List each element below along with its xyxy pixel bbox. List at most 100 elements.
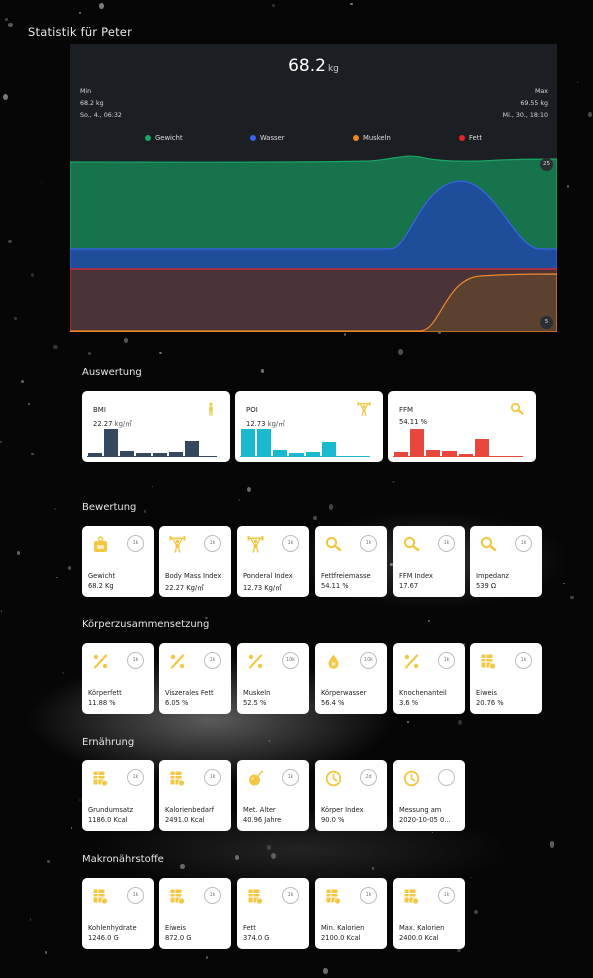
history-range-badge[interactable]: 1k bbox=[204, 887, 221, 904]
rain-drop bbox=[62, 672, 65, 675]
rain-drop bbox=[7, 239, 12, 243]
table-icon bbox=[170, 771, 185, 787]
history-range-badge[interactable]: 1k bbox=[204, 535, 221, 552]
eval-label: FFM bbox=[399, 406, 414, 414]
legend-item-wasser[interactable]: Wasser bbox=[250, 134, 285, 142]
legend-item-fett[interactable]: Fett bbox=[459, 134, 482, 142]
tile-ponderal-index[interactable]: 1k Ponderal Index 12.73 Kg/㎥ bbox=[237, 526, 309, 597]
history-range-badge[interactable]: 10k bbox=[360, 652, 377, 669]
history-range-badge[interactable]: 1k bbox=[438, 652, 455, 669]
tile-met-alter[interactable]: 1k Met. Alter 40.96 Jahre bbox=[237, 760, 309, 831]
histogram-bar bbox=[241, 429, 256, 457]
min-date: So., 4., 06:32 bbox=[80, 112, 122, 119]
legend-item-muskeln[interactable]: Muskeln bbox=[353, 134, 391, 142]
history-range-badge[interactable]: 1k bbox=[282, 535, 299, 552]
tile-eiweis[interactable]: 1k Eiweis 20.76 % bbox=[470, 643, 542, 714]
history-chart[interactable]: 68.2 kg Min 68.2 kg So., 4., 06:32 Max 69… bbox=[70, 44, 557, 332]
legend-label: Wasser bbox=[260, 134, 285, 142]
rain-drop bbox=[46, 859, 50, 864]
rain-drop bbox=[587, 112, 592, 117]
tile-value: 90.0 % bbox=[321, 816, 345, 824]
tile-fettfreiemasse[interactable]: 1k Fettfreiemasse 54.11 % bbox=[315, 526, 387, 597]
tile-label: Ponderal Index bbox=[243, 572, 293, 580]
tile-value: 539 Ω bbox=[476, 582, 497, 590]
tile-label: Körperwasser bbox=[321, 689, 367, 697]
history-range-badge[interactable]: 1k bbox=[515, 652, 532, 669]
history-range-badge[interactable]: 1k bbox=[438, 535, 455, 552]
histogram-bar bbox=[88, 453, 103, 457]
legend-label: Muskeln bbox=[363, 134, 391, 142]
percent-icon bbox=[248, 654, 263, 669]
histogram-bar bbox=[490, 456, 505, 457]
histogram-bar bbox=[104, 429, 119, 457]
rain-drop bbox=[0, 440, 3, 444]
rain-drop bbox=[40, 182, 42, 184]
tile-viszerales-fett[interactable]: 1k Viszerales Fett 6.05 % bbox=[159, 643, 231, 714]
tile-value: 6.05 % bbox=[165, 699, 189, 707]
eval-card-bmi[interactable]: BMI 22.27 kg/㎡ bbox=[82, 391, 230, 462]
tile-kohlenhydrate[interactable]: 1k Kohlenhydrate 1246.0 G bbox=[82, 878, 154, 949]
rain-drop bbox=[576, 81, 579, 84]
rain-drop bbox=[70, 826, 73, 829]
tile-kalorienbedarf[interactable]: 1k Kalorienbedarf 2491.0 Kcal bbox=[159, 760, 231, 831]
history-range-badge[interactable]: 1k bbox=[127, 769, 144, 786]
history-range-badge[interactable]: 1k bbox=[438, 887, 455, 904]
history-range-badge[interactable]: 1k bbox=[360, 535, 377, 552]
eval-card-ffm[interactable]: FFM 54.11 % bbox=[388, 391, 536, 462]
rain-drop bbox=[68, 566, 71, 570]
tile-min-kalorien[interactable]: 1k Min. Kalorien 2100.0 Kcal bbox=[315, 878, 387, 949]
history-range-badge[interactable]: 1k bbox=[360, 887, 377, 904]
max-date: Mi., 30., 18:10 bbox=[502, 112, 548, 119]
tile-label: Impedanz bbox=[476, 572, 509, 580]
tile-ffm-index[interactable]: 1k FFM Index 17.67 bbox=[393, 526, 465, 597]
eval-card-poi[interactable]: POI 12.73 kg/㎥ bbox=[235, 391, 383, 462]
history-range-badge[interactable] bbox=[438, 769, 455, 786]
tile-körperfett[interactable]: 1k Körperfett 11.88 % bbox=[82, 643, 154, 714]
rain-drop bbox=[17, 551, 21, 556]
tile-value: 2020-10-05 0... bbox=[399, 816, 451, 824]
weightlifter-icon bbox=[357, 402, 371, 416]
tile-körperwasser[interactable]: 10k Körperwasser 56.4 % bbox=[315, 643, 387, 714]
history-range-badge[interactable]: 1k bbox=[515, 535, 532, 552]
rain-drop bbox=[3, 93, 8, 100]
rain-drop bbox=[457, 720, 462, 726]
percent-icon bbox=[404, 654, 419, 669]
rain-drop bbox=[79, 12, 81, 15]
tile-body-mass-index[interactable]: 1k Body Mass Index 22.27 Kg/㎡ bbox=[159, 526, 231, 597]
tile-value: 40.96 Jahre bbox=[243, 816, 282, 824]
history-range-badge[interactable]: 1k bbox=[127, 652, 144, 669]
tile-eiweis[interactable]: 1k Eiweis 872.0 G bbox=[159, 878, 231, 949]
histogram-bar bbox=[426, 450, 441, 457]
history-range-badge[interactable]: 1k bbox=[282, 887, 299, 904]
history-range-badge[interactable]: 1k bbox=[282, 769, 299, 786]
history-range-badge[interactable]: 1k bbox=[127, 535, 144, 552]
history-range-badge[interactable]: 2d bbox=[360, 769, 377, 786]
histogram-bar bbox=[305, 452, 320, 457]
tile-label: Kohlenhydrate bbox=[88, 924, 137, 932]
droplet-icon bbox=[328, 654, 339, 669]
history-range-badge[interactable]: 1k bbox=[204, 652, 221, 669]
tile-value: 52.5 % bbox=[243, 699, 267, 707]
tile-gewicht[interactable]: 1k Gewicht 68.2 Kg bbox=[82, 526, 154, 597]
tile-grundumsatz[interactable]: 1k Grundumsatz 1186.0 Kcal bbox=[82, 760, 154, 831]
tile-messung-am[interactable]: Messung am 2020-10-05 0... bbox=[393, 760, 465, 831]
rain-drop bbox=[406, 721, 410, 724]
max-label: Max bbox=[534, 88, 548, 95]
tile-label: Messung am bbox=[399, 806, 442, 814]
histogram-bar bbox=[474, 439, 489, 457]
tile-fett[interactable]: 1k Fett 374.0 G bbox=[237, 878, 309, 949]
tile-label: FFM Index bbox=[399, 572, 433, 580]
tile-muskeln[interactable]: 10k Muskeln 52.5 % bbox=[237, 643, 309, 714]
percent-icon bbox=[93, 654, 108, 669]
tile-max-kalorien[interactable]: 1k Max. Kalorien 2400.0 Kcal bbox=[393, 878, 465, 949]
legend-item-gewicht[interactable]: Gewicht bbox=[145, 134, 183, 142]
tile-knochenanteil[interactable]: 1k Knochenanteil 3.6 % bbox=[393, 643, 465, 714]
histogram-bar bbox=[321, 442, 336, 457]
history-range-badge[interactable]: 1k bbox=[204, 769, 221, 786]
tile-impedanz[interactable]: 1k Impedanz 539 Ω bbox=[470, 526, 542, 597]
tile-value: 2100.0 Kcal bbox=[321, 934, 361, 942]
legend-dot bbox=[459, 135, 465, 141]
tile-körper-index[interactable]: 2d Körper Index 90.0 % bbox=[315, 760, 387, 831]
history-range-badge[interactable]: 1k bbox=[127, 887, 144, 904]
history-range-badge[interactable]: 10k bbox=[282, 652, 299, 669]
